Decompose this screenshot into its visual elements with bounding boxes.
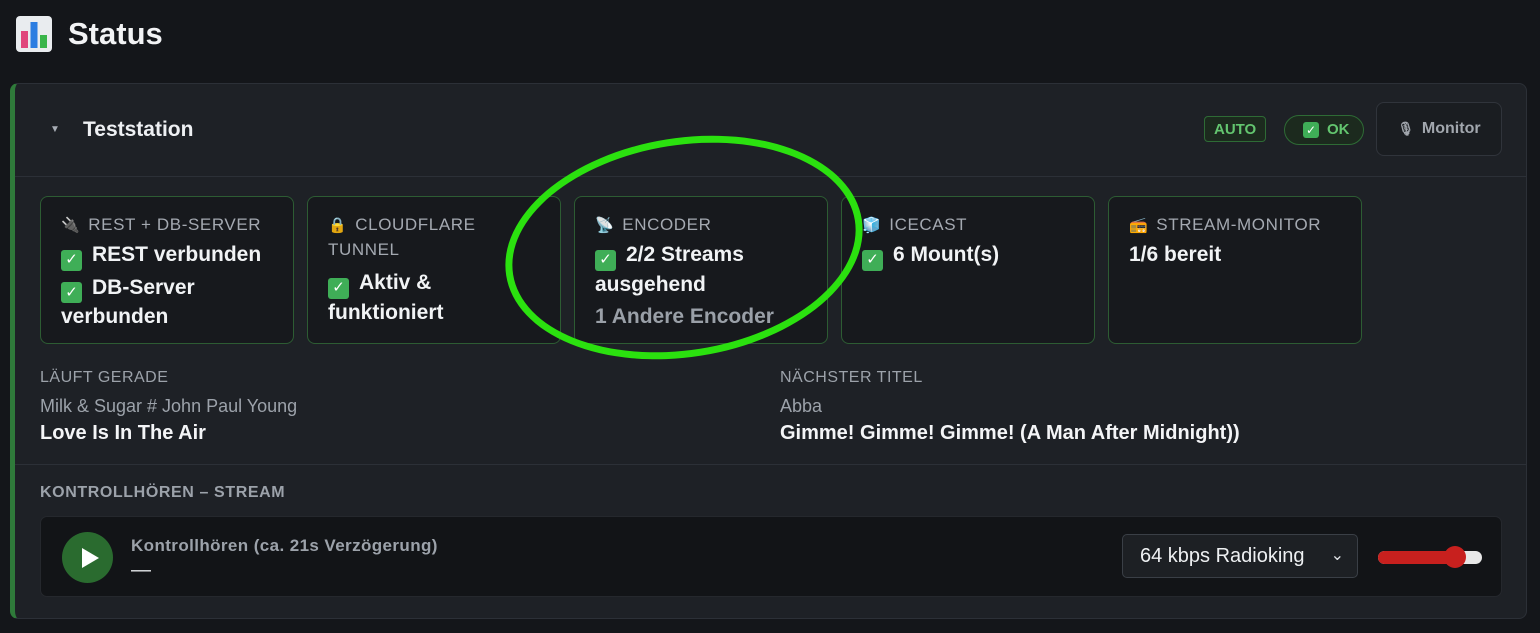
tile-status-line: 1/6 bereit	[1129, 243, 1222, 266]
lock-icon: 🔒	[328, 217, 348, 234]
tile-title: 🔌 REST + DB-SERVER	[61, 215, 262, 234]
tile-status-line: ✓ 6 Mount(s)	[862, 241, 1074, 271]
volume-slider[interactable]	[1378, 546, 1482, 568]
radio-icon: 📻	[1129, 217, 1149, 234]
bar-chart-icon	[16, 16, 52, 52]
monitor-button[interactable]: 🎙 Monitor	[1376, 102, 1502, 156]
microphone-icon: 🎙	[1397, 121, 1414, 136]
check-icon: ✓	[328, 277, 349, 299]
chevron-down-icon: ⌄	[1330, 547, 1344, 564]
tile-rest-db-server: 🔌 REST + DB-SERVER ✓ REST verbunden ✓ DB-Se…	[40, 196, 294, 344]
next-track-label: NÄCHSTER TITEL	[780, 369, 923, 386]
audio-player: Kontrollhören (ca. 21s Verzögerung) — 64…	[40, 516, 1502, 597]
page-header: Status	[16, 12, 163, 56]
stream-select[interactable]: 64 kbps Radioking ⌄	[1122, 534, 1358, 578]
tile-status-line: funktioniert	[328, 300, 444, 324]
player-status: —	[131, 559, 151, 581]
tile-title: 🧊 ICECAST	[862, 215, 968, 234]
check-icon: ✓	[1303, 122, 1319, 138]
tile-status-line: ✓ DB-Server	[61, 274, 273, 303]
tile-status-line: verbunden	[61, 305, 169, 328]
plug-icon: 🔌	[61, 217, 81, 234]
tile-title: 📻 STREAM-MONITOR	[1129, 215, 1322, 234]
station-name: Teststation	[83, 118, 194, 141]
stream-select-value: 64 kbps Radioking	[1140, 545, 1305, 567]
tile-icecast: 🧊 ICECAST ✓ 6 Mount(s)	[841, 196, 1095, 344]
next-track-title: Gimme! Gimme! Gimme! (A Man After Midnig…	[780, 422, 1240, 444]
play-button[interactable]	[62, 532, 113, 583]
check-icon: ✓	[61, 282, 82, 303]
auto-badge: AUTO	[1204, 116, 1267, 142]
divider	[15, 464, 1526, 465]
tile-title: 🔒 CLOUDFLARE	[328, 215, 476, 234]
now-playing-title: Love Is In The Air	[40, 422, 206, 444]
monitor-button-label: Monitor	[1421, 120, 1481, 137]
ok-badge: ✓ OK	[1284, 115, 1364, 145]
play-icon	[81, 547, 99, 568]
next-track-artist: Abba	[780, 396, 823, 416]
volume-thumb[interactable]	[1443, 546, 1466, 568]
check-icon: ✓	[862, 249, 883, 271]
cube-icon: 🧊	[862, 217, 882, 234]
player-title: Kontrollhören (ca. 21s Verzögerung)	[131, 536, 438, 555]
now-playing-artist: Milk & Sugar # John Paul Young	[40, 396, 298, 416]
check-icon: ✓	[61, 249, 82, 271]
page-title: Status	[68, 16, 163, 51]
tile-stream-monitor: 📻 STREAM-MONITOR 1/6 bereit	[1108, 196, 1362, 344]
ok-badge-label: OK	[1327, 121, 1350, 138]
tile-status-line: ✓ REST verbunden	[61, 241, 273, 271]
collapse-toggle-icon[interactable]: ▼	[50, 124, 60, 135]
now-playing-label: LÄUFT GERADE	[40, 369, 169, 386]
monitoring-section-label: KONTROLLHÖREN – STREAM	[40, 484, 286, 501]
